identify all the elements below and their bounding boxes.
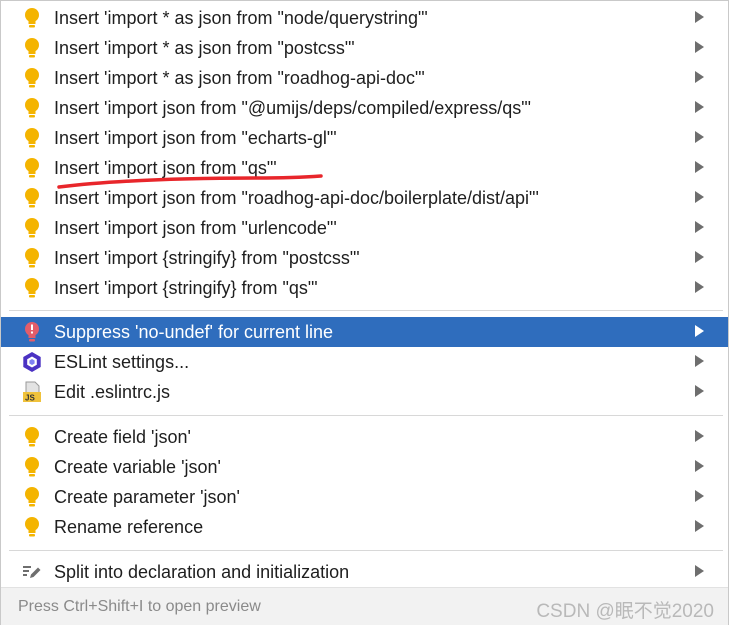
- menu-item-import-echarts-gl[interactable]: Insert 'import json from "echarts-gl"': [1, 123, 728, 153]
- submenu-arrow-icon[interactable]: [695, 251, 704, 263]
- bulb-icon: [21, 187, 43, 209]
- menu-item-label: Insert 'import * as json from "node/quer…: [54, 8, 428, 28]
- intention-actions-popup: Insert 'import * as json from "node/quer…: [0, 0, 729, 625]
- submenu-arrow-icon[interactable]: [695, 565, 704, 577]
- menu-item-create-field[interactable]: Create field 'json': [1, 422, 728, 452]
- bulb-icon: [21, 426, 43, 448]
- menu-item-import-stringify-postcss[interactable]: Insert 'import {stringify} from "postcss…: [1, 243, 728, 273]
- submenu-arrow-icon[interactable]: [695, 355, 704, 367]
- menu-item-label: Insert 'import * as json from "postcss"': [54, 38, 355, 58]
- menu-item-split-declaration[interactable]: Split into declaration and initializatio…: [1, 557, 728, 587]
- watermark: CSDN @眠不觉2020: [536, 601, 714, 622]
- menu-item-label: Insert 'import {stringify} from "qs"': [54, 278, 318, 298]
- separator: [9, 415, 723, 416]
- menu-item-label: ESLint settings...: [54, 352, 190, 372]
- submenu-arrow-icon[interactable]: [695, 430, 704, 442]
- submenu-arrow-icon[interactable]: [695, 101, 704, 113]
- bulb-icon: [21, 247, 43, 269]
- submenu-arrow-icon[interactable]: [695, 41, 704, 53]
- submenu-arrow-icon[interactable]: [695, 460, 704, 472]
- js-file-icon: JS: [21, 381, 43, 403]
- menu-item-edit-eslintrc[interactable]: JS Edit .eslintrc.js: [1, 377, 728, 407]
- separator: [9, 310, 723, 311]
- submenu-arrow-icon[interactable]: [695, 490, 704, 502]
- bulb-icon: [21, 277, 43, 299]
- menu-item-label: Create variable 'json': [54, 457, 221, 477]
- menu-item-label: Create parameter 'json': [54, 487, 240, 507]
- menu-item-label: Insert 'import * as json from "roadhog-a…: [54, 68, 425, 88]
- submenu-arrow-icon[interactable]: [695, 325, 704, 337]
- submenu-arrow-icon[interactable]: [695, 131, 704, 143]
- annotation-underline: [57, 171, 327, 191]
- bulb-icon: [21, 217, 43, 239]
- edit-pencil-icon: [21, 561, 43, 583]
- menu-item-label: Insert 'import json from "@umijs/deps/co…: [54, 98, 532, 118]
- menu-item-label: Split into declaration and initializatio…: [54, 562, 350, 582]
- submenu-arrow-icon[interactable]: [695, 11, 704, 23]
- submenu-arrow-icon[interactable]: [695, 191, 704, 203]
- separator: [9, 550, 723, 551]
- submenu-arrow-icon[interactable]: [695, 71, 704, 83]
- menu-item-rename-reference[interactable]: Rename reference: [1, 512, 728, 542]
- menu-item-label: Suppress 'no-undef' for current line: [54, 322, 334, 342]
- red-bulb-icon: [21, 321, 43, 343]
- menu-item-label: Rename reference: [54, 517, 204, 537]
- menu-item-create-variable[interactable]: Create variable 'json': [1, 452, 728, 482]
- bulb-icon: [21, 127, 43, 149]
- bulb-icon: [21, 516, 43, 538]
- bulb-icon: [21, 486, 43, 508]
- submenu-arrow-icon[interactable]: [695, 281, 704, 293]
- bulb-icon: [21, 67, 43, 89]
- submenu-arrow-icon[interactable]: [695, 221, 704, 233]
- menu-item-label: Create field 'json': [54, 427, 191, 447]
- bulb-icon: [21, 157, 43, 179]
- preview-hint: Press Ctrl+Shift+I to open preview: [18, 598, 261, 615]
- bulb-icon: [21, 97, 43, 119]
- svg-text:JS: JS: [25, 394, 35, 403]
- menu-item-label: Insert 'import json from "echarts-gl"': [54, 128, 337, 148]
- menu-item-eslint-settings[interactable]: ESLint settings...: [1, 347, 728, 377]
- menu-item-import-node-querystring[interactable]: Insert 'import * as json from "node/quer…: [1, 3, 728, 33]
- submenu-arrow-icon[interactable]: [695, 161, 704, 173]
- bulb-icon: [21, 456, 43, 478]
- menu-item-import-stringify-qs[interactable]: Insert 'import {stringify} from "qs"': [1, 273, 728, 303]
- menu-item-label: Insert 'import json from "urlencode"': [54, 218, 337, 238]
- bulb-icon: [21, 7, 43, 29]
- menu-item-suppress-no-undef[interactable]: Suppress 'no-undef' for current line: [1, 317, 728, 347]
- menu-item-label: Insert 'import {stringify} from "postcss…: [54, 248, 360, 268]
- menu-item-import-roadhog-api-doc[interactable]: Insert 'import * as json from "roadhog-a…: [1, 63, 728, 93]
- submenu-arrow-icon[interactable]: [695, 385, 704, 397]
- menu-item-label: Edit .eslintrc.js: [54, 382, 171, 402]
- submenu-arrow-icon[interactable]: [695, 520, 704, 532]
- popup-footer: Press Ctrl+Shift+I to open preview CSDN …: [1, 587, 728, 625]
- menu-item-import-urlencode[interactable]: Insert 'import json from "urlencode"': [1, 213, 728, 243]
- menu-item-create-parameter[interactable]: Create parameter 'json': [1, 482, 728, 512]
- eslint-icon: [21, 351, 43, 373]
- menu-item-import-express-qs[interactable]: Insert 'import json from "@umijs/deps/co…: [1, 93, 728, 123]
- bulb-icon: [21, 37, 43, 59]
- menu-item-import-postcss[interactable]: Insert 'import * as json from "postcss"': [1, 33, 728, 63]
